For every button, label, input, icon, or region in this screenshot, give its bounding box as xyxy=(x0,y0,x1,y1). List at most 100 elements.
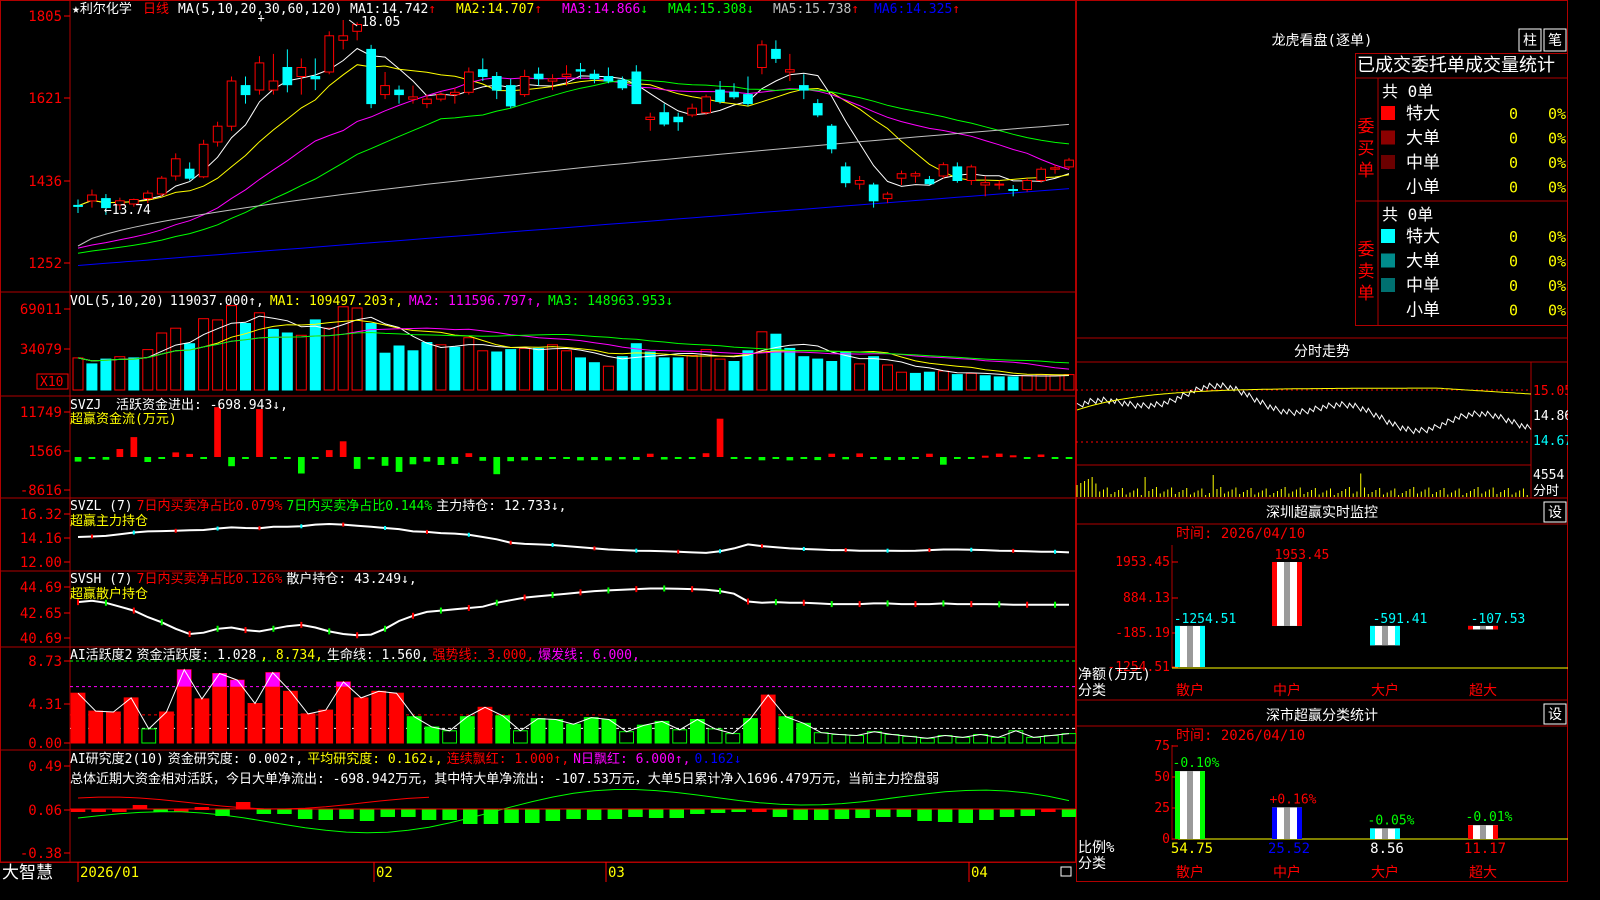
sz-class-xlabel: 分类 xyxy=(1078,856,1106,872)
volume-header-item: VOL(5,10,20) xyxy=(70,294,164,309)
svsh-panel[interactable]: 44.69 42.65 40.69 SVSH (7) 7日内买卖净占比0.126% 散户持… xyxy=(20,571,1069,647)
brand-label: 大智慧 xyxy=(2,863,53,882)
ma-legend-arrow: ↑ xyxy=(428,2,436,17)
sz-monitor-category: 大户 xyxy=(1371,682,1399,699)
dragon-side-label: 单 xyxy=(1358,161,1375,181)
sz-monitor-bar-edge xyxy=(1272,562,1277,626)
kline-panel[interactable]: 180516211436125218.05←13.74+ xyxy=(28,9,1074,272)
ma-legend-arrow: ↑ xyxy=(851,2,859,17)
dragon-title: 龙虎看盘(逐单) xyxy=(1272,32,1373,49)
y-tick-label: 42.65 xyxy=(20,606,62,622)
y-tick-label: -0.38 xyxy=(20,846,62,862)
ai1-header: AI活跃度2 资金活跃度: 1.028 , 8.734, 生命线: 1.560, 强势线… xyxy=(70,647,640,663)
volume-bar xyxy=(630,343,642,391)
y-tick-label: 1805 xyxy=(28,9,62,25)
fund-flow-bar xyxy=(577,457,584,461)
research-bar xyxy=(1061,809,1077,817)
main-position-tick xyxy=(760,544,763,549)
ma-legend-item: MA3:14.866↓ xyxy=(562,2,648,17)
ai2-header: AI研究度2(10) 资金研究度: 0.002↑, 平均研究度: 0.162↓, 连续… xyxy=(70,751,741,767)
sz-monitor-bar-edge xyxy=(1175,625,1180,667)
y-tick-label: 40.69 xyxy=(20,631,62,647)
fund-flow-bar xyxy=(744,457,752,459)
main-position-tick xyxy=(509,540,512,545)
main-position-tick xyxy=(1054,549,1057,554)
sz-class-category: 大户 xyxy=(1371,864,1399,881)
candle xyxy=(268,80,279,91)
svzl-panel[interactable]: 16.32 14.16 12.00 SVZL (7) 7日内买卖净占比0.079% 7日内… xyxy=(20,498,1070,571)
ai1-header-item: 强势线: 3.000, xyxy=(433,647,535,663)
candle xyxy=(464,71,474,93)
svzj-panel[interactable]: 11749 1566 -8616 SVZJ 活跃资金进出: -698.943↓,超赢资金… xyxy=(20,397,1073,499)
activity-bar xyxy=(353,697,369,744)
dragon-row-name: 小单 xyxy=(1406,178,1440,198)
volume-bar xyxy=(770,333,782,391)
fund-flow-bar xyxy=(1037,454,1045,457)
ma-legend-item: MA5:15.738↑ xyxy=(773,2,859,17)
candle xyxy=(491,76,502,91)
fund-flow-bar xyxy=(284,457,291,459)
activity-bar xyxy=(636,724,652,744)
candle xyxy=(896,173,907,179)
activity-burst-cap xyxy=(265,672,280,687)
sz-monitor-bar-shade xyxy=(1284,562,1290,626)
sz-class-bar-edge xyxy=(1272,807,1277,839)
dragon-swatch xyxy=(1381,155,1395,169)
research-bar xyxy=(876,809,891,817)
sz-class-category: 散户 xyxy=(1176,864,1204,881)
candle xyxy=(422,98,432,105)
retail-position-tick xyxy=(411,612,414,619)
fund-flow-bar xyxy=(228,457,235,467)
volume-bar xyxy=(1007,376,1019,391)
retail-position-tick xyxy=(942,600,945,607)
main-position-tick xyxy=(719,549,722,554)
main-position-line xyxy=(77,522,1070,554)
candle xyxy=(645,116,656,120)
ma-legend-label: MA1: xyxy=(350,2,381,17)
candle xyxy=(310,76,321,80)
sz-monitor-xlabel: 分类 xyxy=(1078,683,1106,699)
ai-activity-panel[interactable]: 8.73 4.31 0.00 AI活跃度2 资金活跃度: 1.028 , 8.734, 生命… xyxy=(28,647,1077,752)
research-bar xyxy=(772,809,788,817)
sz-class-bar-edge xyxy=(1493,825,1498,839)
candle xyxy=(687,107,697,116)
ai-research-panel[interactable]: 0.49 0.06 -0.38 AI研究度2(10) 资金研究度: 0.002↑, 平均研… xyxy=(20,751,1077,862)
y-tick-label: 44.69 xyxy=(20,580,62,596)
retail-position-tick xyxy=(1054,601,1057,608)
activity-bar xyxy=(654,720,670,744)
sz-class-category: 超大 xyxy=(1469,865,1497,881)
retail-position-tick xyxy=(886,600,889,607)
svzj-value: 活跃资金进出: -698.943↓, xyxy=(116,397,288,413)
main-position-tick xyxy=(802,546,805,551)
volume-panel[interactable]: 69011 34079 X10 VOL(5,10,20) 119037.000↑, MA1… xyxy=(20,294,1075,391)
research-bar xyxy=(359,809,375,821)
stock-name[interactable]: ★利尔化学 xyxy=(72,1,132,17)
candle xyxy=(617,79,628,89)
dragon-row-name: 大单 xyxy=(1406,252,1440,272)
research-bar xyxy=(710,809,726,813)
fund-flow-bar xyxy=(130,437,138,457)
fund-flow-bar xyxy=(311,457,319,459)
candle xyxy=(296,67,307,77)
fund-flow-bar xyxy=(1065,457,1073,459)
fund-flow-bar xyxy=(842,457,849,460)
dragon-row-pct: 0% xyxy=(1548,154,1566,172)
main-position-tick xyxy=(384,525,387,530)
candle xyxy=(854,180,865,185)
right-frame xyxy=(1076,0,1568,882)
research-bar xyxy=(401,809,416,817)
ma-legend-arrow: ↓ xyxy=(746,2,754,17)
ma120-line xyxy=(77,188,1070,266)
fund-flow-bar xyxy=(688,457,696,459)
sz-class-bar-shade xyxy=(1284,807,1290,839)
candle xyxy=(282,67,293,86)
volume-bar xyxy=(1063,374,1075,391)
volume-bar xyxy=(993,376,1005,391)
ma-legend-label: MA5: xyxy=(773,2,804,17)
sz-monitor-bar-edge xyxy=(1370,625,1375,646)
intraday-price-line xyxy=(1076,382,1532,435)
fund-flow-bar xyxy=(591,457,598,461)
fund-flow-bar xyxy=(172,452,180,457)
candle xyxy=(603,76,614,82)
period-label[interactable]: 日线 xyxy=(143,2,169,17)
